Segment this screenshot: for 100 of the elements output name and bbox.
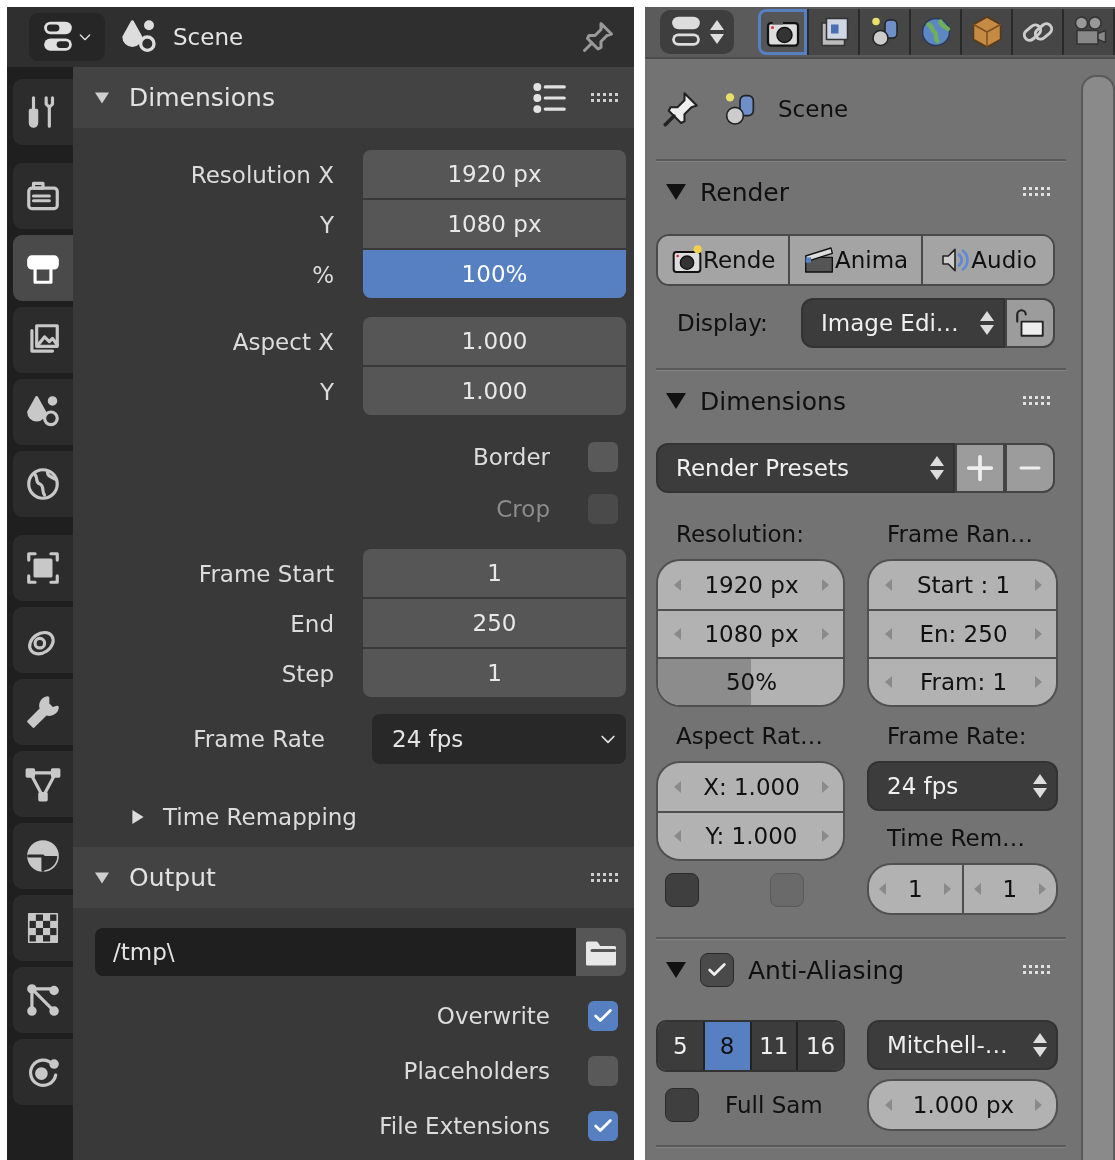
number-field[interactable]: 1 bbox=[363, 649, 626, 697]
field-label: Aspect X bbox=[232, 328, 334, 357]
up-down-arrows-icon bbox=[979, 309, 996, 337]
checkbox[interactable] bbox=[588, 442, 618, 472]
panel-header[interactable]: Anti-Aliasing bbox=[656, 940, 1073, 1000]
render-action-button[interactable]: Anima bbox=[790, 236, 923, 284]
field-value: Start : 1 bbox=[916, 572, 1011, 598]
checkbox[interactable] bbox=[588, 1111, 618, 1141]
sample-count-button[interactable]: 5 bbox=[658, 1022, 705, 1070]
left-arrow-icon bbox=[672, 577, 682, 593]
number-field[interactable]: 1080 px bbox=[658, 609, 843, 657]
checkbox[interactable] bbox=[588, 1001, 618, 1031]
scene-name: Scene bbox=[778, 96, 849, 122]
number-field[interactable]: Start : 1 bbox=[869, 561, 1056, 609]
pin-icon bbox=[580, 19, 616, 55]
checkbox[interactable] bbox=[700, 953, 734, 987]
properties-tab[interactable] bbox=[13, 679, 73, 745]
properties-tab[interactable] bbox=[13, 607, 73, 673]
panel-header[interactable]: Render bbox=[656, 162, 1073, 222]
drag-handle-icon bbox=[1022, 185, 1053, 199]
properties-tab[interactable] bbox=[13, 895, 73, 961]
checkbox-label: Border bbox=[472, 444, 550, 470]
checkbox[interactable] bbox=[588, 1056, 618, 1086]
properties-tab[interactable] bbox=[13, 163, 73, 229]
checkbox-label: Full Sam bbox=[725, 1092, 823, 1118]
field-value: 1920 px bbox=[704, 572, 799, 598]
column-label: Frame Ran… bbox=[886, 520, 1035, 549]
panel-header[interactable]: Dimensions bbox=[73, 67, 634, 128]
globe-icon bbox=[24, 465, 62, 503]
number-field[interactable]: En: 250 bbox=[869, 609, 1056, 657]
properties-tab[interactable] bbox=[13, 967, 73, 1033]
field-value: 1.000 px bbox=[912, 1092, 1015, 1118]
render-action-button[interactable]: Audio bbox=[922, 236, 1054, 284]
properties-tab[interactable] bbox=[13, 535, 73, 601]
properties-tab[interactable] bbox=[13, 379, 73, 445]
shaded-sphere-icon bbox=[24, 837, 62, 875]
number-field[interactable]: 1.000 bbox=[363, 367, 626, 415]
display-dropdown[interactable]: Image Edi… bbox=[801, 298, 1006, 348]
panel-header[interactable]: Dimensions bbox=[656, 371, 1073, 431]
properties-tab[interactable] bbox=[1013, 9, 1064, 55]
editor-type-button[interactable] bbox=[29, 13, 105, 61]
frame-rate-dropdown[interactable]: 24 fps bbox=[867, 761, 1058, 811]
properties-tab[interactable] bbox=[13, 307, 73, 373]
properties-tab[interactable] bbox=[809, 9, 860, 55]
remove-preset-button[interactable] bbox=[1005, 443, 1056, 493]
left-arrow-icon bbox=[883, 1097, 893, 1113]
checkbox[interactable] bbox=[665, 1088, 699, 1122]
field-label: Frame Rate bbox=[193, 725, 325, 754]
properties-tab[interactable] bbox=[13, 79, 73, 145]
number-field[interactable]: 1920 px bbox=[658, 561, 843, 609]
panel-header[interactable]: Output bbox=[73, 847, 634, 908]
slider-field[interactable]: 50% bbox=[658, 657, 843, 705]
slider-field[interactable]: 100% bbox=[363, 250, 626, 298]
number-field[interactable]: Fram: 1 bbox=[869, 657, 1056, 705]
up-down-arrows-icon bbox=[1032, 772, 1048, 800]
properties-tab[interactable] bbox=[13, 235, 73, 301]
number-field[interactable]: X: 1.000 bbox=[658, 763, 843, 811]
number-field[interactable]: 1.000 px bbox=[869, 1081, 1056, 1129]
field-value: Y: 1.000 bbox=[705, 823, 798, 849]
path-field[interactable]: /tmp\ bbox=[95, 928, 576, 976]
scrollbar[interactable] bbox=[1081, 75, 1115, 1160]
number-field[interactable]: 1080 px bbox=[363, 200, 626, 248]
editor-type-button[interactable] bbox=[660, 10, 734, 54]
number-field[interactable]: Y: 1.000 bbox=[658, 811, 843, 859]
slider-value: 100% bbox=[461, 261, 528, 287]
left-arrow-icon bbox=[672, 779, 682, 795]
field-label: Y bbox=[319, 378, 334, 407]
checkbox[interactable] bbox=[665, 873, 699, 907]
properties-tab[interactable] bbox=[13, 1039, 73, 1105]
properties-tab[interactable] bbox=[13, 751, 73, 817]
lock-button[interactable] bbox=[1005, 298, 1056, 348]
number-field[interactable]: 1.000 bbox=[363, 317, 626, 365]
sample-count-button[interactable]: 16 bbox=[798, 1022, 843, 1070]
properties-tab[interactable] bbox=[758, 9, 809, 55]
folder-button[interactable] bbox=[576, 928, 626, 976]
panel-title: Dimensions bbox=[700, 386, 847, 416]
left-arrow-icon bbox=[672, 828, 682, 844]
number-field[interactable]: 1920 px bbox=[363, 150, 626, 198]
sample-count-button[interactable]: 11 bbox=[751, 1022, 799, 1070]
render-presets-dropdown[interactable]: Render Presets bbox=[656, 443, 956, 493]
up-down-arrows-icon bbox=[1032, 1031, 1048, 1059]
render-action-button[interactable]: Rende bbox=[658, 236, 791, 284]
properties-tab[interactable] bbox=[13, 823, 73, 889]
field-value: Fram: 1 bbox=[919, 669, 1008, 695]
subpanel-header[interactable]: Time Remapping bbox=[73, 792, 357, 842]
sample-count-button[interactable]: 8 bbox=[704, 1022, 752, 1070]
right-arrow-icon bbox=[1034, 626, 1044, 642]
properties-tab[interactable] bbox=[860, 9, 911, 55]
properties-tab[interactable] bbox=[13, 451, 73, 517]
field-label: % bbox=[312, 261, 334, 290]
number-field[interactable]: 1 bbox=[363, 549, 626, 597]
frame-rate-dropdown[interactable]: 24 fps bbox=[372, 714, 626, 764]
number-field[interactable]: 250 bbox=[363, 599, 626, 647]
left-arrow-icon bbox=[883, 674, 893, 690]
drag-handle-icon bbox=[1022, 963, 1053, 977]
filter-dropdown[interactable]: Mitchell-… bbox=[867, 1020, 1058, 1070]
add-preset-button[interactable] bbox=[955, 443, 1006, 493]
field-value: 1080 px bbox=[704, 621, 799, 647]
triangle-vertices-icon bbox=[24, 765, 62, 803]
slider-value: 50% bbox=[724, 669, 779, 695]
